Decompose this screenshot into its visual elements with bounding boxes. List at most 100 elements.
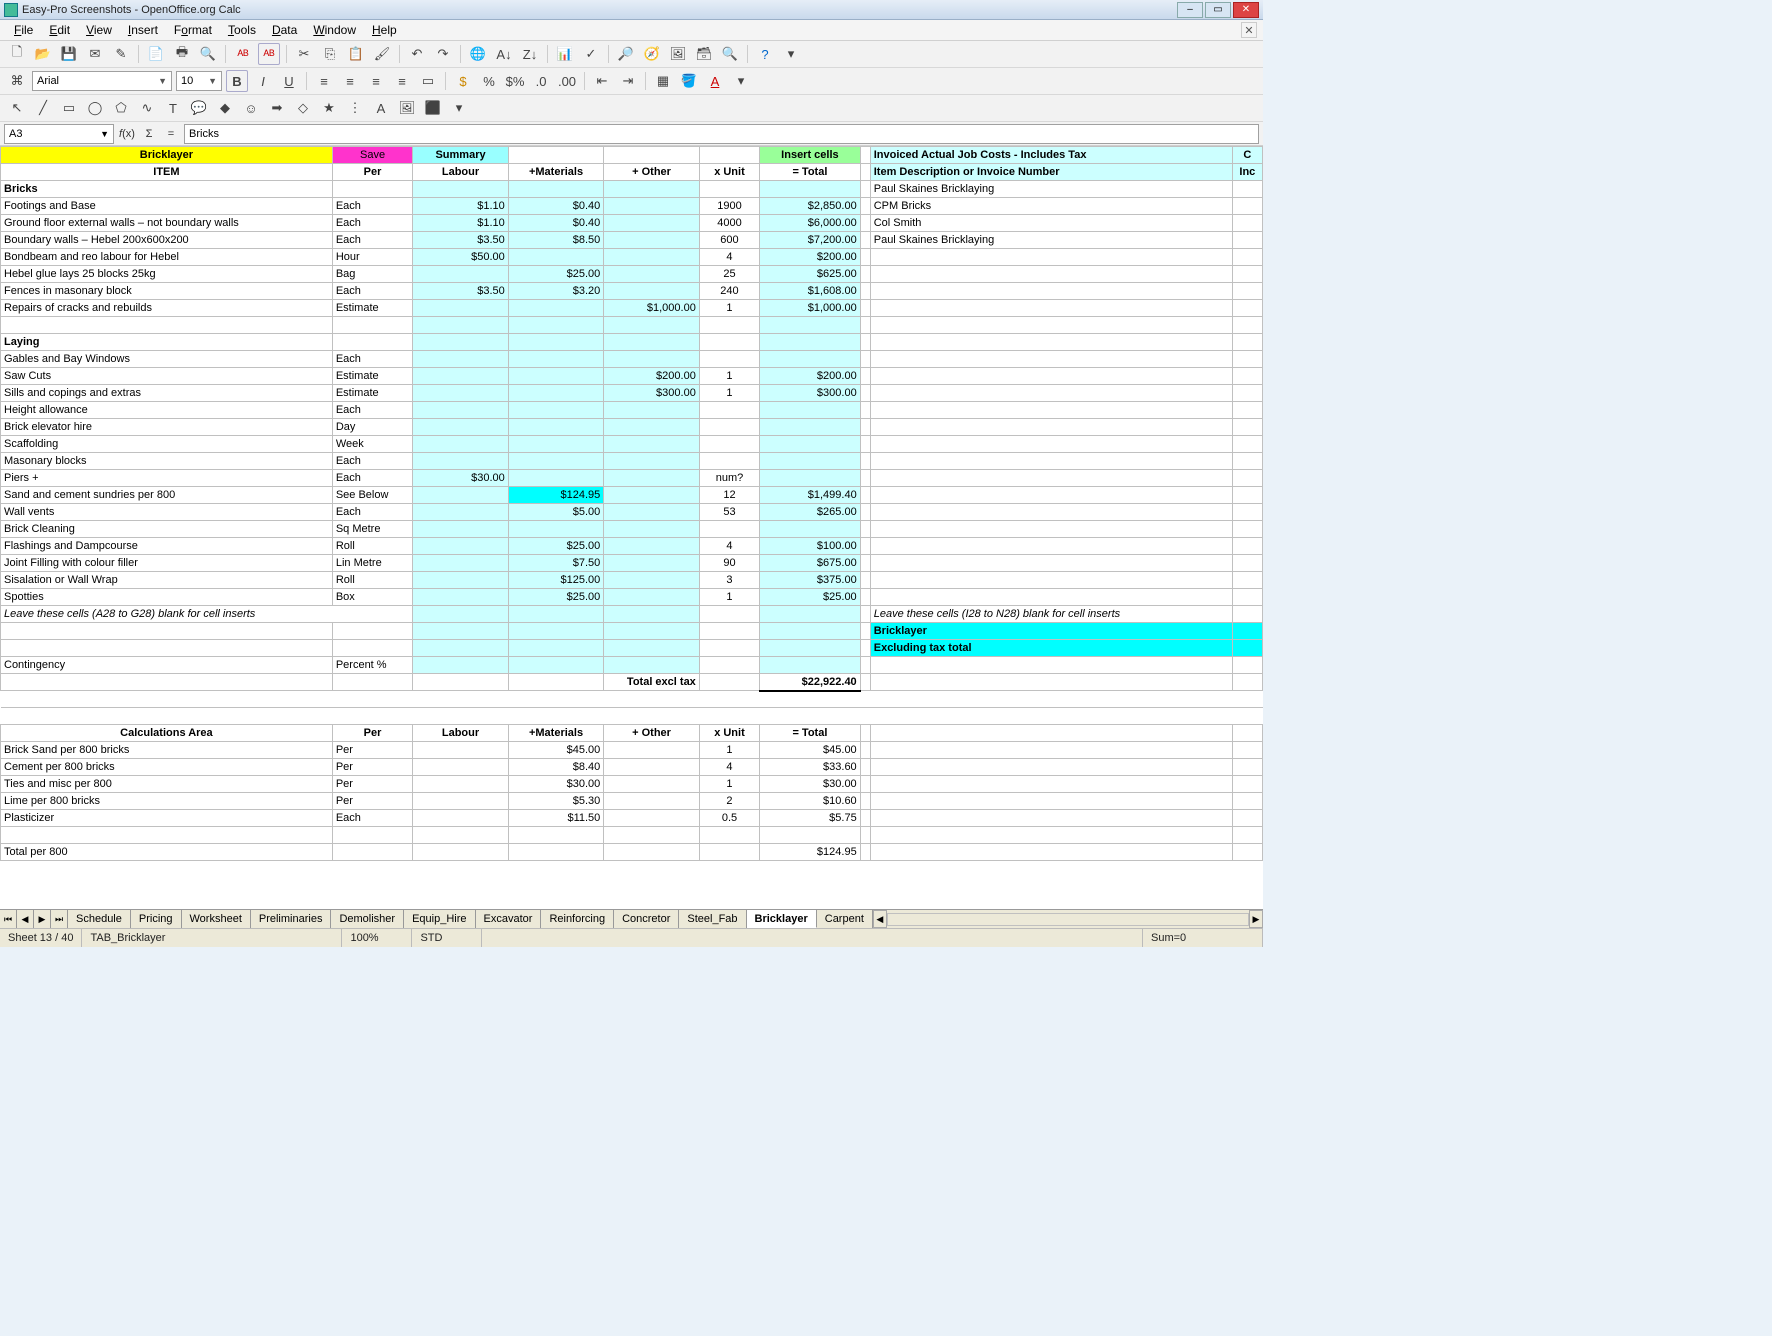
cell-total[interactable]: [760, 351, 861, 368]
cell-materials[interactable]: $25.00: [508, 589, 604, 606]
calc-mat[interactable]: $45.00: [508, 742, 604, 759]
font-name-combo[interactable]: Arial ▼: [32, 71, 172, 91]
calc-total-value[interactable]: $124.95: [760, 844, 861, 861]
cell-item[interactable]: Spotties: [1, 589, 333, 606]
borders-icon[interactable]: ▦: [652, 70, 674, 92]
header-summary[interactable]: Summary: [413, 147, 509, 164]
cell-other[interactable]: [604, 198, 700, 215]
menu-view[interactable]: View: [78, 21, 120, 39]
cell-total[interactable]: $1,608.00: [760, 283, 861, 300]
toolbar-dropdown-icon[interactable]: ▾: [730, 70, 752, 92]
open-icon[interactable]: 📂: [32, 43, 54, 65]
cell-total[interactable]: $200.00: [760, 368, 861, 385]
cell-materials[interactable]: $25.00: [508, 538, 604, 555]
invoice-row[interactable]: [870, 283, 1232, 300]
cell-total[interactable]: $1,000.00: [760, 300, 861, 317]
tab-next-icon[interactable]: ▶: [34, 910, 51, 928]
calc-mat[interactable]: $5.30: [508, 793, 604, 810]
ellipse-icon[interactable]: ◯: [84, 97, 106, 119]
shapes-icon[interactable]: ◆: [214, 97, 236, 119]
cell-item[interactable]: Scaffolding: [1, 436, 333, 453]
cell-materials[interactable]: $7.50: [508, 555, 604, 572]
star-icon[interactable]: ★: [318, 97, 340, 119]
currency-icon[interactable]: $: [452, 70, 474, 92]
cell-other[interactable]: [604, 249, 700, 266]
cell-unit[interactable]: 1900: [699, 198, 759, 215]
calc-per[interactable]: Per: [332, 759, 412, 776]
cell-per[interactable]: Each: [332, 232, 412, 249]
sheet-tab-reinforcing[interactable]: Reinforcing: [541, 910, 614, 928]
cell-unit[interactable]: 1: [699, 385, 759, 402]
cell-unit[interactable]: [699, 453, 759, 470]
excl-tax-total-label[interactable]: Excluding tax total: [870, 640, 1232, 657]
cell-item[interactable]: Flashings and Dampcourse: [1, 538, 333, 555]
cell-per[interactable]: Estimate: [332, 385, 412, 402]
hyperlink-icon[interactable]: 🌐: [467, 43, 489, 65]
cell-materials[interactable]: [508, 300, 604, 317]
cell-other[interactable]: [604, 555, 700, 572]
cell-total[interactable]: $375.00: [760, 572, 861, 589]
redo-icon[interactable]: ↷: [432, 43, 454, 65]
points-icon[interactable]: ⋮: [344, 97, 366, 119]
merge-icon[interactable]: ▭: [417, 70, 439, 92]
autospell-icon[interactable]: ᴬᴮ: [258, 43, 280, 65]
calc-unit[interactable]: 1: [699, 742, 759, 759]
cell-unit[interactable]: 240: [699, 283, 759, 300]
italic-icon[interactable]: I: [252, 70, 274, 92]
cell-labour[interactable]: [413, 504, 509, 521]
cell-unit[interactable]: 1: [699, 589, 759, 606]
cell-materials[interactable]: $0.40: [508, 198, 604, 215]
cell-item[interactable]: Gables and Bay Windows: [1, 351, 333, 368]
calc-item[interactable]: Brick Sand per 800 bricks: [1, 742, 333, 759]
col-unit[interactable]: x Unit: [699, 164, 759, 181]
cell-unit[interactable]: [699, 402, 759, 419]
fontwork-icon[interactable]: A: [370, 97, 392, 119]
cell-reference-box[interactable]: A3 ▼: [4, 124, 114, 144]
chart-icon[interactable]: 📊: [554, 43, 576, 65]
cell-total[interactable]: [760, 436, 861, 453]
cell-item[interactable]: Brick Cleaning: [1, 521, 333, 538]
cell-materials[interactable]: $3.20: [508, 283, 604, 300]
cell-per[interactable]: Roll: [332, 538, 412, 555]
cell-item[interactable]: Brick elevator hire: [1, 419, 333, 436]
cell-unit[interactable]: [699, 351, 759, 368]
col-total[interactable]: = Total: [760, 164, 861, 181]
cell-item[interactable]: Hebel glue lays 25 blocks 25kg: [1, 266, 333, 283]
cell-materials[interactable]: [508, 453, 604, 470]
cell-total[interactable]: $300.00: [760, 385, 861, 402]
invoice-row[interactable]: Col Smith: [870, 215, 1232, 232]
cell-item[interactable]: Sand and cement sundries per 800: [1, 487, 333, 504]
cut-icon[interactable]: ✂: [293, 43, 315, 65]
menu-window[interactable]: Window: [305, 21, 364, 39]
cell-other[interactable]: [604, 266, 700, 283]
cell-item[interactable]: Fences in masonary block: [1, 283, 333, 300]
font-size-combo[interactable]: 10 ▼: [176, 71, 222, 91]
cell-labour[interactable]: [413, 402, 509, 419]
cell-item[interactable]: Sills and copings and extras: [1, 385, 333, 402]
increase-indent-icon[interactable]: ⇥: [617, 70, 639, 92]
datasources-icon[interactable]: 🗃: [693, 43, 715, 65]
tab-last-icon[interactable]: ⏭: [51, 910, 68, 928]
header-c[interactable]: C: [1232, 147, 1262, 164]
navigator-icon[interactable]: 🧭: [641, 43, 663, 65]
underline-icon[interactable]: U: [278, 70, 300, 92]
align-right-icon[interactable]: ≡: [365, 70, 387, 92]
cell-labour[interactable]: $30.00: [413, 470, 509, 487]
cell-other[interactable]: [604, 402, 700, 419]
sheet-tab-concretor[interactable]: Concretor: [614, 910, 679, 928]
cell-unit[interactable]: [699, 436, 759, 453]
sheet-area[interactable]: Bricklayer Save Summary Insert cells Inv…: [0, 146, 1263, 909]
cell-unit[interactable]: 3: [699, 572, 759, 589]
cell-unit[interactable]: 53: [699, 504, 759, 521]
cell-per[interactable]: Each: [332, 402, 412, 419]
help-icon[interactable]: ?: [754, 43, 776, 65]
menu-edit[interactable]: Edit: [41, 21, 78, 39]
document-close-button[interactable]: ✕: [1241, 22, 1257, 38]
cell-item[interactable]: Piers +: [1, 470, 333, 487]
calc-item[interactable]: Plasticizer: [1, 810, 333, 827]
header-invoiced[interactable]: Invoiced Actual Job Costs - Includes Tax: [870, 147, 1232, 164]
pdf-icon[interactable]: 📄: [145, 43, 167, 65]
invoice-row[interactable]: Paul Skaines Bricklaying: [870, 181, 1232, 198]
cell-item[interactable]: Sisalation or Wall Wrap: [1, 572, 333, 589]
sheet-tab-pricing[interactable]: Pricing: [131, 910, 182, 928]
